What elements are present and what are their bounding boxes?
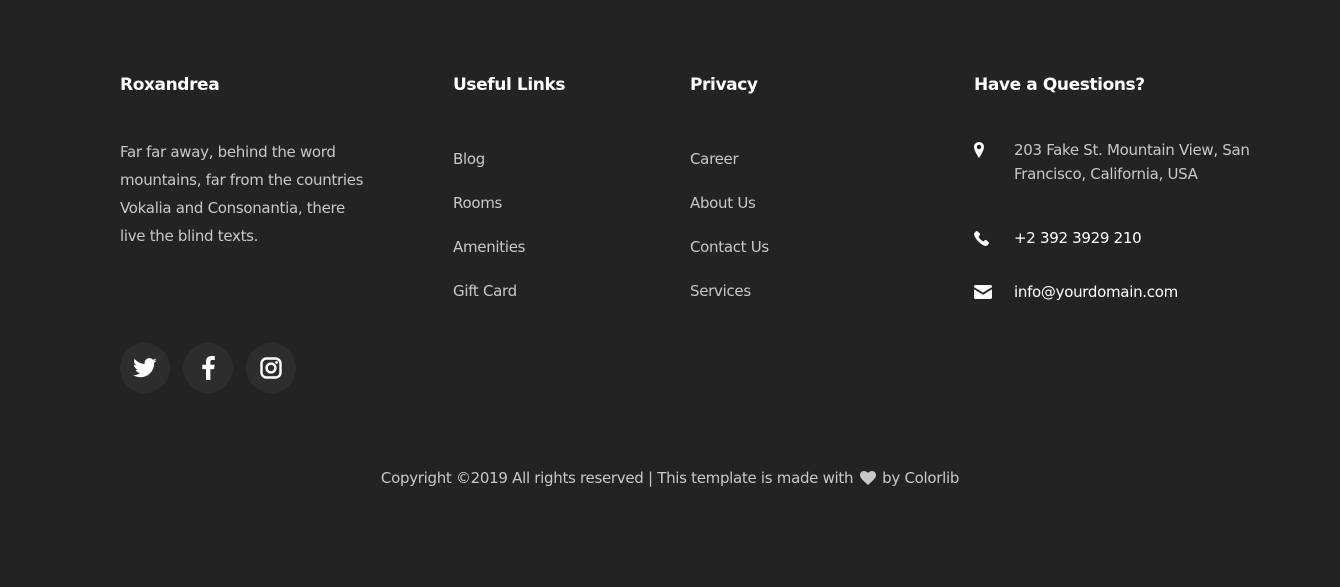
facebook-icon: [201, 356, 215, 380]
footer-about: Roxandrea Far far away, behind the word …: [120, 72, 370, 250]
footer-privacy: Privacy Career About Us Contact Us Servi…: [690, 72, 910, 300]
contact-phone: +2 392 3929 210: [974, 226, 1254, 280]
instagram-icon: [260, 357, 282, 379]
colorlib-link[interactable]: Colorlib: [904, 469, 959, 487]
link-gift-card[interactable]: Gift Card: [453, 282, 517, 300]
contact-address: 203 Fake St. Mountain View, San Francisc…: [974, 138, 1254, 226]
list-item: Blog: [453, 148, 525, 192]
about-text: Far far away, behind the word mountains,…: [120, 143, 364, 245]
list-item: Rooms: [453, 192, 525, 236]
map-marker-icon: [974, 138, 1014, 162]
phone-link[interactable]: +2 392 3929 210: [1014, 226, 1142, 250]
footer-contact: Have a Questions? 203 Fake St. Mountain …: [974, 72, 1254, 301]
privacy-title: Privacy: [690, 75, 758, 95]
facebook-button[interactable]: [183, 343, 233, 393]
site-footer: Roxandrea Far far away, behind the word …: [0, 0, 1340, 587]
twitter-icon: [133, 358, 157, 378]
phone-icon: [974, 226, 1014, 250]
contact-list: 203 Fake St. Mountain View, San Francisc…: [974, 138, 1254, 304]
privacy-links-list: Career About Us Contact Us Services: [690, 148, 769, 324]
copyright-text: Copyright ©2019 All rights reserved | Th…: [380, 469, 854, 487]
list-item: About Us: [690, 192, 769, 236]
twitter-button[interactable]: [120, 343, 170, 393]
list-item: Gift Card: [453, 280, 525, 324]
link-rooms[interactable]: Rooms: [453, 194, 502, 212]
about-title: Roxandrea: [120, 75, 220, 95]
link-about-us[interactable]: About Us: [690, 194, 756, 212]
list-item: Amenities: [453, 236, 525, 280]
link-services[interactable]: Services: [690, 282, 751, 300]
list-item: Contact Us: [690, 236, 769, 280]
copyright-by: by: [882, 469, 900, 487]
link-contact-us[interactable]: Contact Us: [690, 238, 769, 256]
instagram-button[interactable]: [246, 343, 296, 393]
link-amenities[interactable]: Amenities: [453, 238, 525, 256]
copyright: Copyright ©2019 All rights reserved | Th…: [0, 466, 1340, 492]
footer-useful-links: Useful Links Blog Rooms Amenities Gift C…: [453, 72, 653, 300]
contact-title: Have a Questions?: [974, 75, 1145, 95]
useful-links-title: Useful Links: [453, 75, 566, 95]
link-career[interactable]: Career: [690, 150, 739, 168]
email-link[interactable]: info@yourdomain.com: [1014, 280, 1178, 304]
envelope-icon: [974, 280, 1014, 304]
list-item: Career: [690, 148, 769, 192]
heart-icon: [859, 468, 876, 492]
social-links: [120, 343, 296, 393]
contact-email: info@yourdomain.com: [974, 280, 1254, 304]
useful-links-list: Blog Rooms Amenities Gift Card: [453, 148, 525, 324]
list-item: Services: [690, 280, 769, 324]
link-blog[interactable]: Blog: [453, 150, 485, 168]
address-text: 203 Fake St. Mountain View, San Francisc…: [1014, 141, 1250, 183]
